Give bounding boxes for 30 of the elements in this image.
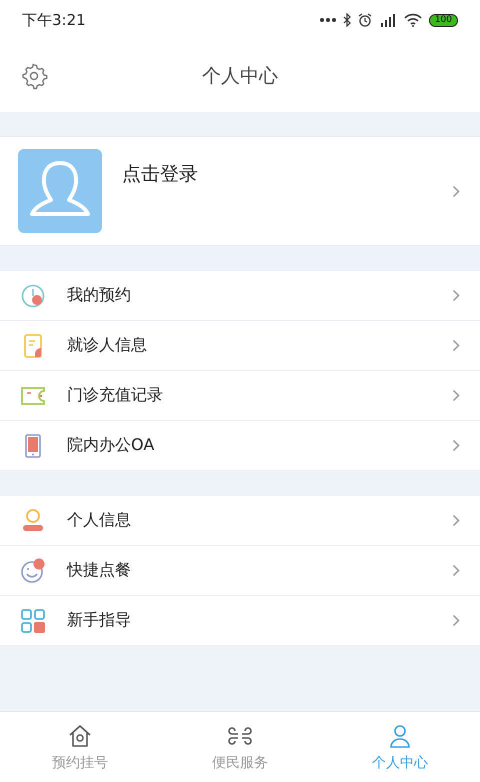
clock-icon [19, 282, 47, 310]
menu-item[interactable]: 就诊人信息 [0, 321, 480, 371]
menu-item[interactable]: 门诊充值记录 [0, 371, 480, 421]
signal-icon [378, 13, 397, 27]
login-label: 点击登录 [122, 162, 198, 187]
smiley-icon [19, 556, 47, 584]
bluetooth-icon [342, 13, 351, 27]
chevron-right-icon [452, 289, 460, 302]
login-row[interactable]: 点击登录 [0, 136, 480, 246]
chevron-right-icon [452, 439, 460, 452]
clock-time: 下午3:21 [22, 10, 86, 30]
chevron-right-icon [452, 514, 460, 527]
page-title: 个人中心 [202, 64, 278, 89]
alarm-icon [358, 13, 372, 27]
battery-level: 100 [428, 14, 458, 26]
menu-item[interactable]: 个人信息 [0, 496, 480, 546]
chevron-right-icon [452, 339, 460, 352]
menu-item[interactable]: 院内办公OA [0, 421, 480, 471]
menu-item[interactable]: 新手指导 [0, 596, 480, 646]
settings-icon[interactable] [20, 62, 48, 90]
grid-icon [19, 606, 47, 634]
menu-item[interactable]: 快捷点餐 [0, 546, 480, 596]
more-dots-icon [320, 17, 336, 23]
wifi-icon [404, 13, 422, 27]
chevron-right-icon [452, 184, 460, 198]
avatar-icon [18, 149, 102, 233]
chevron-right-icon [452, 614, 460, 627]
chevron-right-icon [452, 564, 460, 577]
menu-item[interactable]: 我的预约 [0, 271, 480, 321]
chevron-right-icon [452, 389, 460, 402]
